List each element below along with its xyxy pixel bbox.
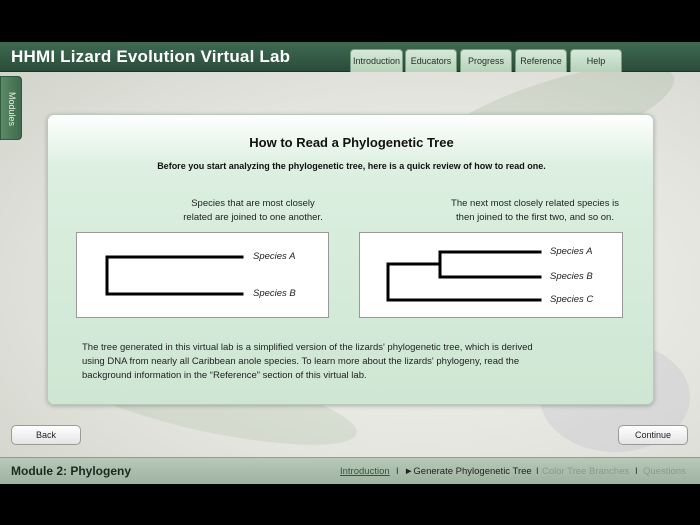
app-window: HHMI Lizard Evolution Virtual Lab Introd… xyxy=(0,42,700,484)
tree-diagram-two-species: Species A Species B xyxy=(76,232,329,318)
back-button[interactable]: Back xyxy=(11,425,81,445)
panel-subtitle: Before you start analyzing the phylogene… xyxy=(157,161,546,171)
paragraph-line: The tree generated in this virtual lab i… xyxy=(82,342,533,353)
tree-two-species-svg xyxy=(105,255,244,296)
explanation-paragraph: The tree generated in this virtual lab i… xyxy=(82,341,622,383)
modules-tab[interactable]: Modules xyxy=(0,76,22,140)
species-label: Species A xyxy=(253,251,296,262)
bottom-letterbox xyxy=(0,484,700,525)
top-letterbox xyxy=(0,0,700,42)
modules-tab-label: Modules xyxy=(7,91,17,127)
tab-educators[interactable]: Educators xyxy=(405,49,457,72)
species-label: Species C xyxy=(550,294,594,305)
species-label: Species B xyxy=(550,271,593,282)
content-panel: How to Read a Phylogenetic Tree Before y… xyxy=(47,114,654,405)
tab-help[interactable]: Help xyxy=(570,49,622,72)
step-separator: I xyxy=(396,466,399,477)
right-caption: The next most closely related species is… xyxy=(410,197,660,225)
step-separator: I xyxy=(536,466,539,477)
tab-introduction[interactable]: Introduction xyxy=(350,49,403,72)
continue-button[interactable]: Continue xyxy=(618,425,688,445)
step-separator: I xyxy=(635,466,638,477)
step-questions: Questions xyxy=(643,466,686,477)
tree-diagram-three-species: Species A Species B Species C xyxy=(359,232,623,318)
step-generate-tree[interactable]: ►Generate Phylogenetic Tree xyxy=(404,466,532,477)
right-caption-line: The next most closely related species is xyxy=(451,198,619,209)
species-label: Species A xyxy=(550,246,593,257)
species-label: Species B xyxy=(253,288,296,299)
left-caption: Species that are most closely related ar… xyxy=(128,197,378,225)
tab-progress[interactable]: Progress xyxy=(460,49,512,72)
tab-reference[interactable]: Reference xyxy=(515,49,567,72)
app-title: HHMI Lizard Evolution Virtual Lab xyxy=(11,47,291,66)
step-introduction[interactable]: Introduction xyxy=(340,466,390,477)
panel-title: How to Read a Phylogenetic Tree xyxy=(249,135,454,150)
app-header: HHMI Lizard Evolution Virtual Lab Introd… xyxy=(0,42,700,72)
module-footer: Module 2: Phylogeny Introduction I ►Gene… xyxy=(0,457,700,484)
module-name: Module 2: Phylogeny xyxy=(11,464,132,478)
left-caption-line: related are joined to one another. xyxy=(183,212,323,223)
paragraph-line: background information in the “Reference… xyxy=(82,370,367,381)
left-caption-line: Species that are most closely xyxy=(191,198,315,209)
paragraph-line: using DNA from nearly all Caribbean anol… xyxy=(82,356,520,367)
right-caption-line: then joined to the first two, and so on. xyxy=(456,212,614,223)
step-color-branches: Color Tree Branches xyxy=(542,466,630,477)
